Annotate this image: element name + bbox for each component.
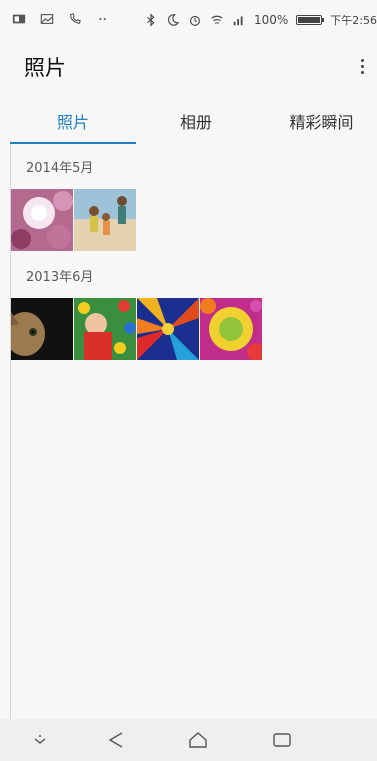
status-bar: 100% 下午2:56 [0, 0, 377, 42]
tab-bar: 照片 相册 精彩瞬间 [10, 98, 377, 144]
do-not-disturb-icon [167, 14, 180, 26]
hide-navbar-icon[interactable] [28, 728, 52, 752]
page-title: 照片 [24, 56, 66, 80]
back-icon[interactable] [104, 728, 128, 752]
tab-albums[interactable]: 相册 [136, 98, 256, 144]
app-bar: 照片 [0, 42, 377, 88]
more-notifications-icon [99, 17, 106, 21]
alarm-icon [190, 15, 200, 26]
outlook-icon [12, 14, 26, 24]
navigation-bar [0, 719, 377, 761]
battery-percent: 100% [253, 13, 289, 27]
tab-highlights[interactable]: 精彩瞬间 [266, 98, 377, 144]
photo-thumbnail[interactable] [11, 189, 73, 251]
photo-thumbnail[interactable] [137, 298, 199, 360]
section-header-2014-05: 2014年5月 [26, 161, 94, 176]
battery-icon [296, 15, 325, 25]
photo-thumbnail[interactable] [74, 189, 136, 251]
clock: 下午2:56 [330, 14, 377, 27]
overflow-menu-icon[interactable] [357, 54, 367, 78]
home-icon[interactable] [186, 728, 210, 752]
photo-thumbnail[interactable] [200, 298, 262, 360]
bluetooth-icon [147, 13, 155, 27]
photo-grid[interactable]: 2014年5月 2013年6月 [10, 144, 377, 719]
tab-photos[interactable]: 照片 [10, 98, 136, 144]
wifi-icon [211, 15, 223, 24]
missed-call-icon [70, 13, 81, 24]
image-icon [40, 14, 54, 24]
section-header-2013-06: 2013年6月 [26, 270, 94, 285]
signal-icon [233, 16, 243, 26]
photo-thumbnail[interactable] [11, 298, 73, 360]
photo-thumbnail[interactable] [74, 298, 136, 360]
recent-apps-icon[interactable] [270, 728, 294, 752]
